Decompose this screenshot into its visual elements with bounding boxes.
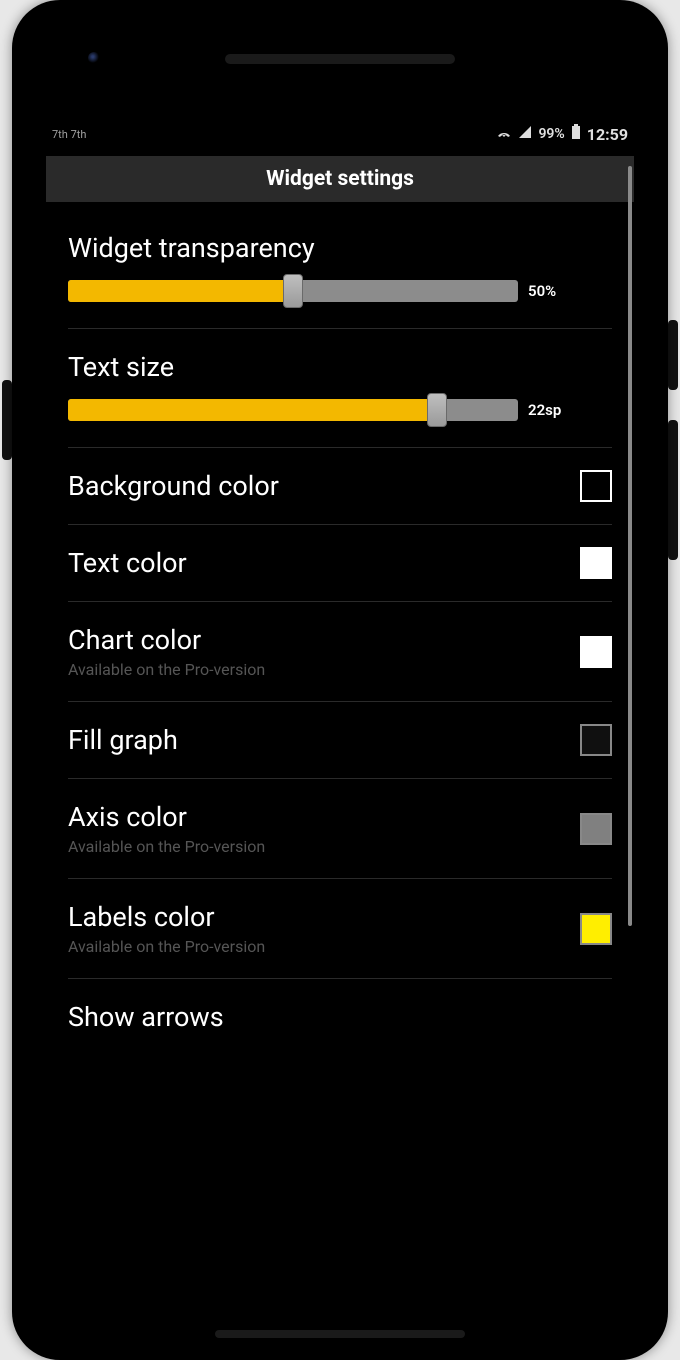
textsize-slider-thumb[interactable] — [427, 393, 447, 427]
axis-color-swatch[interactable] — [580, 813, 612, 845]
transparency-label: Widget transparency — [68, 210, 612, 280]
labels-color-subtitle: Available on the Pro-version — [68, 937, 265, 956]
labels-color-swatch[interactable] — [580, 913, 612, 945]
screen: 7th 7th 99% 12:59 Widget — [46, 114, 634, 1306]
textsize-slider[interactable] — [68, 399, 518, 421]
chart-color-label: Chart color — [68, 624, 265, 656]
transparency-slider[interactable] — [68, 280, 518, 302]
chart-color-swatch[interactable] — [580, 636, 612, 668]
row-axis-color[interactable]: Axis color Available on the Pro-version — [68, 779, 612, 878]
transparency-value: 50% — [528, 282, 576, 300]
transparency-slider-thumb[interactable] — [283, 274, 303, 308]
chart-color-subtitle: Available on the Pro-version — [68, 660, 265, 679]
clock-text: 12:59 — [587, 125, 628, 144]
phone-frame: 7th 7th 99% 12:59 Widget — [12, 0, 668, 1360]
earpiece-speaker — [225, 54, 455, 64]
row-show-arrows[interactable]: Show arrows — [68, 979, 612, 1033]
text-color-swatch[interactable] — [580, 547, 612, 579]
row-background-color[interactable]: Background color — [68, 448, 612, 524]
header-bar: Widget settings — [46, 156, 634, 202]
text-color-label: Text color — [68, 547, 187, 579]
axis-color-subtitle: Available on the Pro-version — [68, 837, 265, 856]
background-color-swatch[interactable] — [580, 470, 612, 502]
row-chart-color[interactable]: Chart color Available on the Pro-version — [68, 602, 612, 701]
labels-color-label: Labels color — [68, 901, 265, 933]
page-title: Widget settings — [266, 167, 414, 191]
wifi-icon — [496, 125, 512, 143]
show-arrows-label: Show arrows — [68, 1001, 224, 1033]
textsize-value: 22sp — [528, 401, 576, 419]
scrollbar[interactable] — [628, 166, 632, 926]
fill-graph-label: Fill graph — [68, 724, 178, 756]
row-text-color[interactable]: Text color — [68, 525, 612, 601]
bottom-speaker — [215, 1330, 465, 1338]
row-labels-color[interactable]: Labels color Available on the Pro-versio… — [68, 879, 612, 978]
status-left-text: 7th 7th — [52, 128, 86, 141]
battery-icon — [571, 124, 581, 144]
row-fill-graph[interactable]: Fill graph — [68, 702, 612, 778]
axis-color-label: Axis color — [68, 801, 265, 833]
status-bar: 7th 7th 99% 12:59 — [46, 114, 634, 154]
battery-percent: 99% — [538, 126, 564, 142]
textsize-label: Text size — [68, 329, 612, 399]
fill-graph-swatch[interactable] — [580, 724, 612, 756]
camera-dot — [88, 52, 100, 64]
background-color-label: Background color — [68, 470, 279, 502]
signal-icon — [518, 125, 532, 143]
